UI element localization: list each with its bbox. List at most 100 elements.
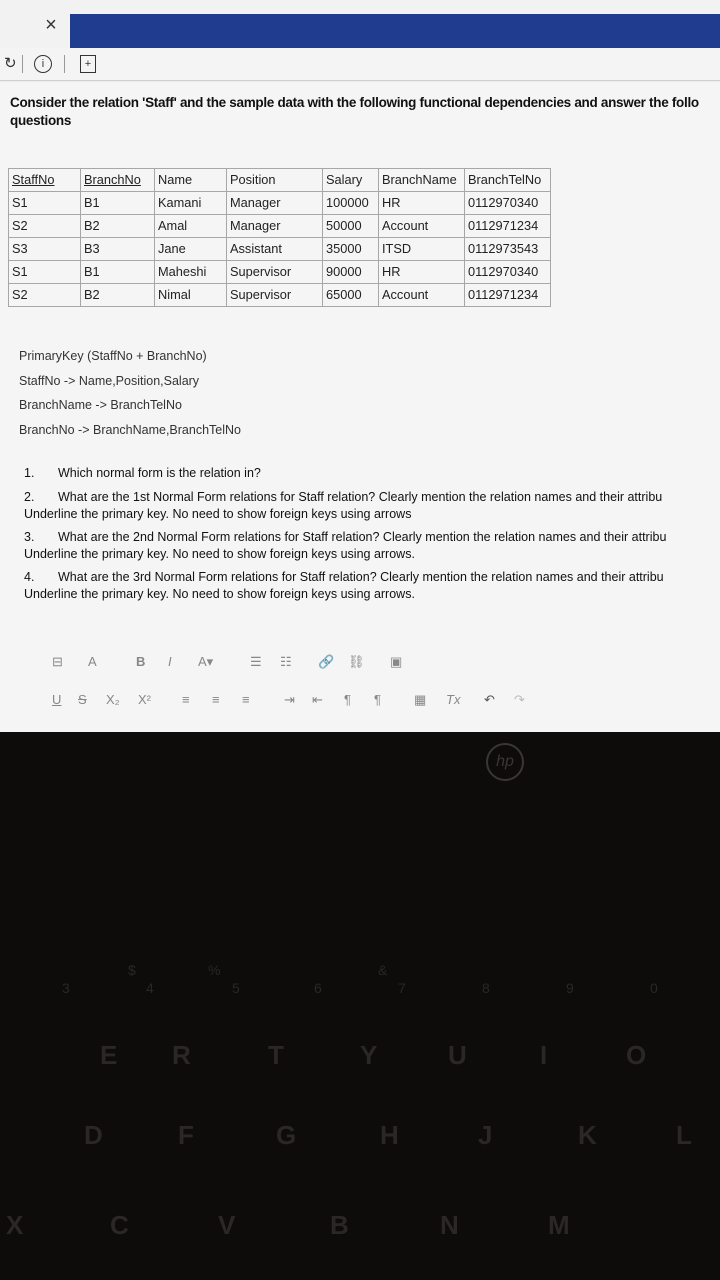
undo-icon[interactable]: ↶ (484, 692, 495, 708)
key-letter: N (440, 1210, 459, 1240)
key-letter: H (380, 1120, 399, 1150)
toolbar-divider (64, 55, 65, 73)
question-line-2: questions (10, 113, 72, 128)
key-symbol: & (378, 962, 388, 978)
new-tab-icon[interactable]: + (80, 55, 96, 73)
question-text: Which normal form is the relation in? (58, 466, 261, 480)
key-letter: K (578, 1120, 597, 1150)
close-icon[interactable]: × (38, 12, 64, 38)
cell-branchtelno: 0112970340 (464, 191, 551, 215)
cell-position: Manager (226, 214, 323, 238)
cell-position: Assistant (226, 237, 323, 261)
question-number: 4. (24, 570, 35, 584)
cell-branchname: HR (378, 191, 465, 215)
italic-button[interactable]: I (168, 654, 172, 669)
dependency-line: StaffNo -> Name,Position,Salary (19, 373, 200, 388)
unlink-icon[interactable]: ⛓ (348, 654, 365, 670)
align-center-icon[interactable]: ≡ (212, 692, 220, 707)
dependency-line: BranchNo -> BranchName,BranchTelNo (19, 422, 241, 437)
cell-position: Supervisor (226, 260, 323, 284)
key-number: 4 (146, 980, 154, 996)
cell-branchname: Account (378, 283, 465, 307)
cell-name: Kamani (154, 191, 227, 215)
bulleted-list-icon[interactable]: ☰ (250, 654, 262, 670)
cell-branchno: B1 (80, 260, 155, 284)
table-row: S3 B3 Jane Assistant 35000 ITSD 01129735… (8, 237, 551, 261)
source-icon[interactable]: ⊟ (52, 654, 63, 670)
key-letter: B (330, 1210, 349, 1240)
question-text: What are the 2nd Normal Form relations f… (58, 530, 667, 544)
table-row: S2 B2 Nimal Supervisor 65000 Account 011… (8, 283, 551, 307)
cell-branchtelno: 0112971234 (464, 283, 551, 307)
question-text-continued: Underline the primary key. No need to sh… (24, 587, 415, 601)
underline-button[interactable]: U (52, 692, 61, 707)
table-row: S2 B2 Amal Manager 50000 Account 0112971… (8, 214, 551, 238)
cell-staffno: S2 (8, 283, 81, 307)
cell-position: Supervisor (226, 283, 323, 307)
bold-button[interactable]: B (136, 654, 145, 669)
cell-branchtelno: 0112970340 (464, 260, 551, 284)
header-branchtelno: BranchTelNo (464, 168, 551, 192)
staff-table: StaffNo BranchNo Name Position Salary Br… (8, 168, 551, 307)
header-branchno: BranchNo (80, 168, 155, 192)
question-item: 1. Which normal form is the relation in? (24, 466, 261, 480)
key-number: 0 (650, 980, 658, 996)
header-position: Position (226, 168, 323, 192)
key-letter: U (448, 1040, 467, 1070)
info-icon[interactable]: i (34, 55, 52, 73)
cell-branchtelno: 0112973543 (464, 237, 551, 261)
key-letter: Y (360, 1040, 378, 1070)
cell-salary: 90000 (322, 260, 379, 284)
numbered-list-icon[interactable]: ☷ (280, 654, 292, 670)
dependency-line: BranchName -> BranchTelNo (19, 398, 182, 412)
key-letter: C (110, 1210, 129, 1240)
refresh-icon[interactable]: ↻ (4, 54, 17, 72)
superscript-button[interactable]: X² (138, 692, 151, 707)
cell-staffno: S1 (8, 260, 81, 284)
text-color-button[interactable]: A▾ (198, 654, 213, 670)
cell-branchname: ITSD (378, 237, 465, 261)
cell-branchname: Account (378, 214, 465, 238)
table-row: S1 B1 Kamani Manager 100000 HR 011297034… (8, 191, 551, 215)
header-name: Name (154, 168, 227, 192)
question-item: 3. What are the 2nd Normal Form relations… (24, 530, 666, 544)
question-text: What are the 1st Normal Form relations f… (58, 490, 663, 504)
question-intro: Consider the relation 'Staff' and the sa… (10, 94, 720, 130)
key-number: 8 (482, 980, 490, 996)
key-number: 5 (232, 980, 240, 996)
key-letter: O (626, 1040, 647, 1070)
toolbar-divider (22, 55, 23, 73)
editor-toolbar-row-2: U S X₂ X² ≡ ≡ ≡ ⇥ ⇤ ¶ ¶ ▦ Tx ↶ ↷ (46, 692, 546, 714)
cell-staffno: S1 (8, 191, 81, 215)
cell-branchno: B3 (80, 237, 155, 261)
key-letter: D (84, 1120, 103, 1150)
link-icon[interactable]: 🔗 (318, 654, 334, 670)
question-text-continued: Underline the primary key. No need to sh… (24, 507, 412, 521)
key-number: 6 (314, 980, 322, 996)
align-right-icon[interactable]: ≡ (242, 692, 250, 707)
cell-name: Jane (154, 237, 227, 261)
key-letter: T (268, 1040, 284, 1070)
cell-salary: 100000 (322, 191, 379, 215)
key-number: 7 (398, 980, 406, 996)
cell-branchtelno: 0112971234 (464, 214, 551, 238)
font-size-icon[interactable]: A (88, 654, 97, 669)
align-left-icon[interactable]: ≡ (182, 692, 190, 707)
cell-position: Manager (226, 191, 323, 215)
subscript-button[interactable]: X₂ (106, 692, 120, 707)
outdent-icon[interactable]: ⇤ (312, 692, 323, 708)
question-text: What are the 3rd Normal Form relations f… (58, 570, 664, 584)
image-icon[interactable]: ▣ (390, 654, 402, 670)
clear-format-icon[interactable]: Tx (446, 692, 460, 707)
question-line-1: Consider the relation 'Staff' and the sa… (10, 95, 699, 110)
indent-icon[interactable]: ⇥ (284, 692, 295, 708)
question-item: 4. What are the 3rd Normal Form relations… (24, 570, 664, 584)
table-icon[interactable]: ▦ (414, 692, 426, 708)
rtl-icon[interactable]: ¶ (374, 692, 381, 707)
strikethrough-button[interactable]: S (78, 692, 87, 707)
key-letter: I (540, 1040, 548, 1070)
document-page: Consider the relation 'Staff' and the sa… (0, 82, 720, 732)
question-text-continued: Underline the primary key. No need to sh… (24, 547, 415, 561)
ltr-icon[interactable]: ¶ (344, 692, 351, 707)
redo-icon[interactable]: ↷ (514, 692, 525, 708)
